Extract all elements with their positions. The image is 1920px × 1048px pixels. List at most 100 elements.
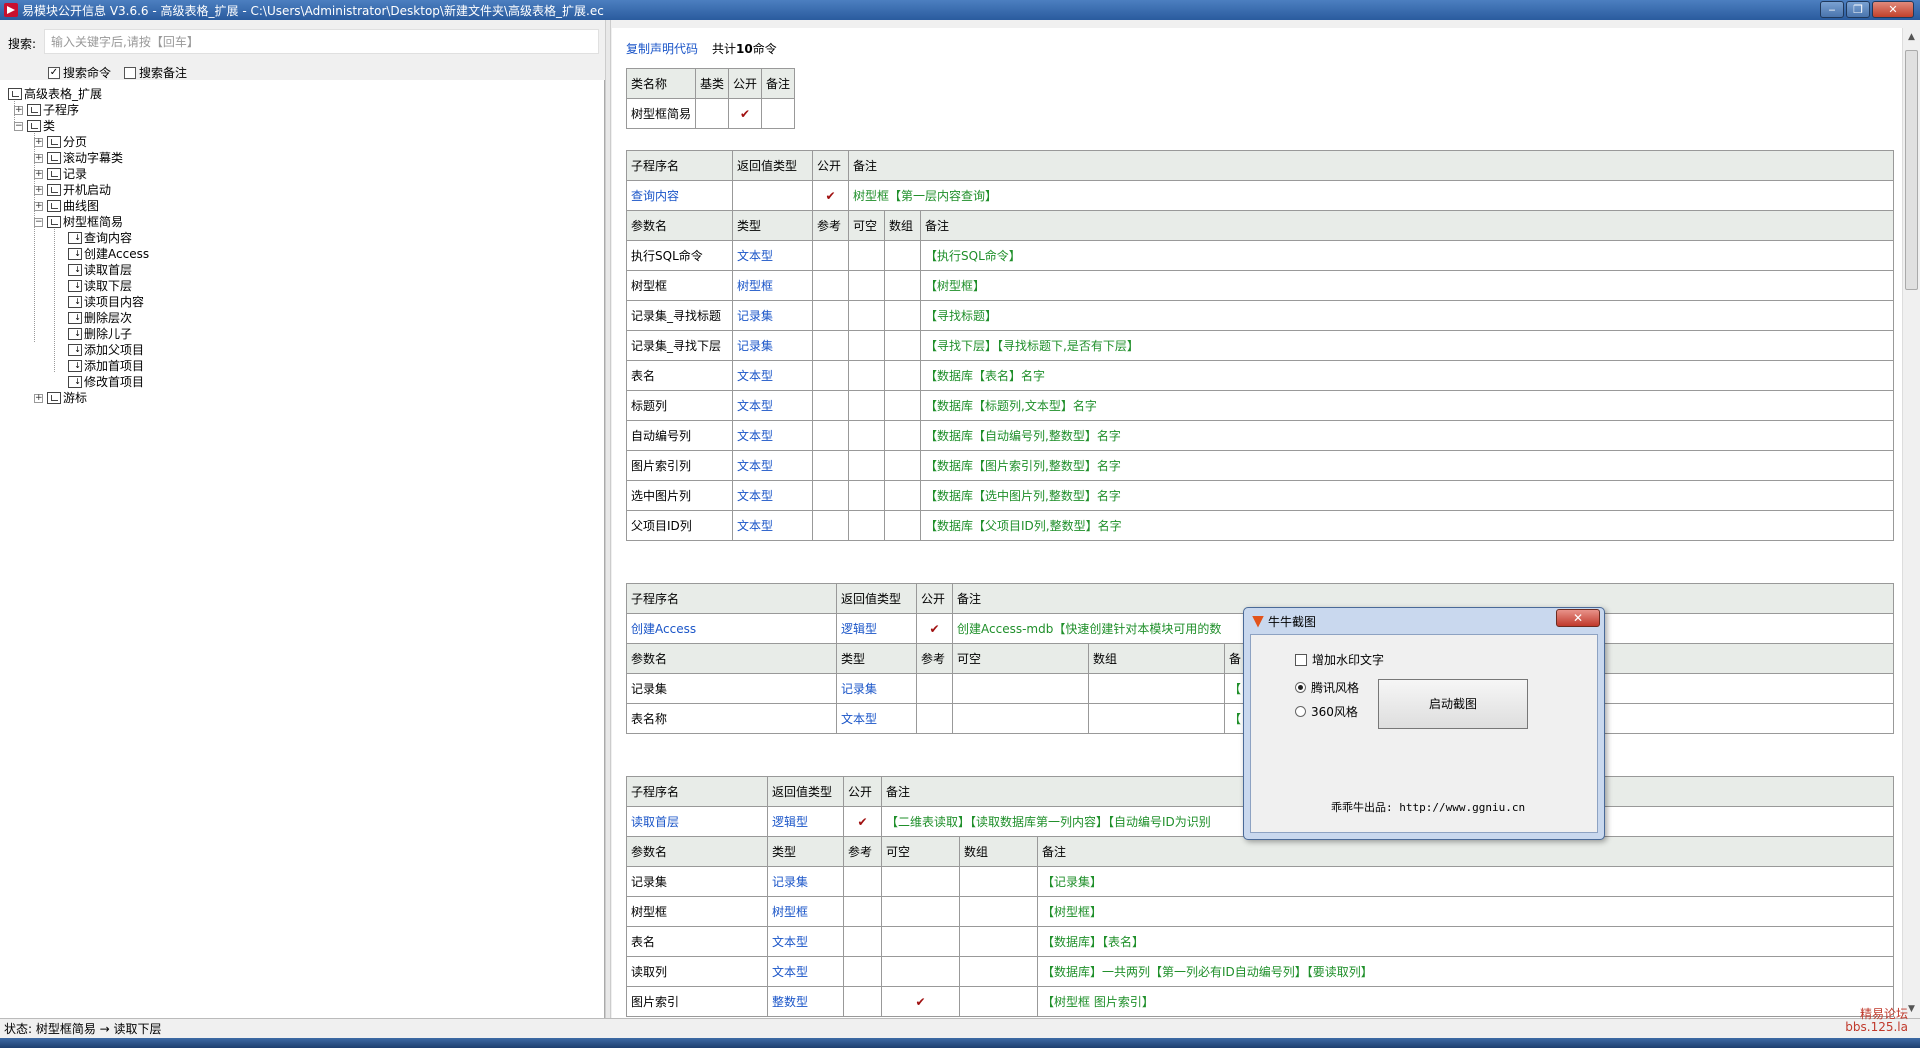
- search-command-option[interactable]: ✓ 搜索命令: [48, 64, 111, 81]
- maximize-button[interactable]: ❐: [1846, 1, 1870, 18]
- table-row: 图片索引 整数型 ✔ 【树型框 图片索引】: [626, 986, 1894, 1017]
- tree-class-item[interactable]: + 开机启动: [34, 182, 111, 198]
- tree-class-item[interactable]: + 分页: [34, 134, 87, 150]
- search-note-checkbox[interactable]: [124, 66, 136, 79]
- public-check-icon: ✔: [728, 98, 763, 129]
- expand-icon[interactable]: +: [34, 201, 43, 211]
- tree-method-item[interactable]: ↓ 添加父项目: [68, 342, 144, 358]
- search-command-label: 搜索命令: [63, 66, 112, 80]
- method-icon: ↓: [68, 328, 82, 340]
- class-icon: [47, 136, 61, 148]
- tree-method-item[interactable]: ↓ 读取首层: [68, 262, 132, 278]
- collapse-icon[interactable]: −: [14, 121, 23, 131]
- table-row: 选中图片列 文本型 【数据库【选中图片列,整数型】名字: [626, 480, 1894, 511]
- table-row: 父项目ID列 文本型 【数据库【父项目ID列,整数型】名字: [626, 510, 1894, 541]
- tree-class-item[interactable]: + 记录: [34, 166, 87, 182]
- class-name: 树型框简易: [625, 98, 697, 129]
- watermark-checkbox[interactable]: [1295, 653, 1307, 666]
- class-icon: [47, 168, 61, 180]
- tree-method-item[interactable]: ↓ 删除层次: [68, 310, 132, 326]
- start-capture-button[interactable]: 启动截图: [1378, 679, 1528, 729]
- class-icon: [47, 184, 61, 196]
- table-row: 自动编号列 文本型 【数据库【自动编号列,整数型】名字: [626, 420, 1894, 451]
- class-table: 类名称 基类 公开 备注 树型框简易 ✔: [625, 68, 796, 129]
- expand-icon[interactable]: +: [34, 185, 43, 195]
- tree-class-item[interactable]: + 曲线图: [34, 198, 99, 214]
- content-area: 复制声明代码 共计10命令 类名称 基类 公开 备注 树型框简易 ✔ 子程序名 …: [612, 28, 1902, 1018]
- col-header: 基类: [695, 68, 730, 99]
- 360-style-option[interactable]: 360风格: [1295, 703, 1358, 720]
- scrollbar-thumb[interactable]: [1905, 50, 1918, 290]
- tree-method-item[interactable]: ↓ 读取下层: [68, 278, 132, 294]
- left-panel: 搜索: ✓ 搜索命令 搜索备注 高级表格_扩展 + 子程序 − 类 +分页: [0, 20, 605, 1018]
- col-header: 类名称: [625, 68, 697, 99]
- expand-icon[interactable]: +: [14, 105, 23, 115]
- subprogram-name-link[interactable]: 读取首层: [626, 806, 768, 837]
- table-row: 读取列 文本型 【数据库】一共两列【第一列必有ID自动编号列】【要读取列】: [626, 956, 1894, 987]
- class-note: [761, 98, 796, 129]
- status-bar: 状态: 树型框简易 → 读取下层: [0, 1018, 1920, 1038]
- method-icon: ↓: [68, 280, 82, 292]
- app-icon: [4, 3, 18, 17]
- tree-root[interactable]: 高级表格_扩展: [8, 86, 102, 102]
- watermark-option[interactable]: 增加水印文字: [1295, 651, 1384, 668]
- subprogram-name-link[interactable]: 查询内容: [626, 180, 733, 211]
- public-check-icon: ✔: [916, 613, 953, 644]
- table-row: 表名 文本型 【数据库【表名】名字: [626, 360, 1894, 391]
- table-row: 树型框 树型框 【树型框】: [626, 896, 1894, 927]
- forum-watermark: 精易论坛 bbs.125.la: [1845, 1007, 1908, 1034]
- vertical-scrollbar[interactable]: ▲ ▼: [1902, 28, 1920, 1018]
- tree-node-subprograms[interactable]: + 子程序: [14, 102, 79, 118]
- tencent-style-option[interactable]: 腾讯风格: [1295, 679, 1359, 696]
- 360-style-radio[interactable]: [1295, 706, 1306, 717]
- tree-class-item-selected[interactable]: − 树型框简易: [34, 214, 123, 230]
- minimize-button[interactable]: ‒: [1820, 1, 1844, 18]
- window-controls: ‒ ❐ ✕: [1820, 1, 1914, 18]
- content-header: 复制声明代码 共计10命令: [626, 40, 777, 57]
- tree-method-item[interactable]: ↓ 查询内容: [68, 230, 132, 246]
- subprogram-name-link[interactable]: 创建Access: [626, 613, 837, 644]
- method-icon: ↓: [68, 376, 82, 388]
- method-icon: ↓: [68, 232, 82, 244]
- search-input[interactable]: [44, 29, 599, 54]
- search-area: 搜索: ✓ 搜索命令 搜索备注: [0, 20, 605, 80]
- scroll-up-icon[interactable]: ▲: [1906, 32, 1917, 42]
- method-icon: ↓: [68, 344, 82, 356]
- search-note-option[interactable]: 搜索备注: [124, 64, 187, 81]
- collapse-icon[interactable]: −: [34, 217, 43, 227]
- expand-icon[interactable]: +: [34, 393, 43, 403]
- dialog-body: 增加水印文字 腾讯风格 360风格 启动截图 乖乖牛出品: http://www…: [1250, 634, 1598, 833]
- expand-icon[interactable]: +: [34, 137, 43, 147]
- method-icon: ↓: [68, 312, 82, 324]
- tree-node-classes[interactable]: − 类: [14, 118, 55, 134]
- expand-icon[interactable]: +: [34, 153, 43, 163]
- method-icon: ↓: [68, 248, 82, 260]
- module-icon: [27, 104, 41, 116]
- tree-class-item[interactable]: + 滚动字幕类: [34, 150, 123, 166]
- tree-class-item[interactable]: + 游标: [34, 390, 87, 406]
- method-icon: ↓: [68, 296, 82, 308]
- public-check-icon: ✔: [812, 180, 849, 211]
- copy-declaration-link[interactable]: 复制声明代码: [626, 40, 698, 57]
- table-row: 执行SQL命令 文本型 【执行SQL命令】: [626, 240, 1894, 271]
- tree-method-item[interactable]: ↓ 添加首项目: [68, 358, 144, 374]
- dialog-title: 牛牛截图: [1268, 615, 1317, 629]
- method-icon: ↓: [68, 264, 82, 276]
- tree-method-item[interactable]: ↓ 创建Access: [68, 246, 149, 262]
- tree-method-item[interactable]: ↓ 删除儿子: [68, 326, 132, 342]
- expand-icon[interactable]: +: [34, 169, 43, 179]
- search-label: 搜索:: [8, 37, 37, 51]
- tree-method-item[interactable]: ↓ 读项目内容: [68, 294, 144, 310]
- tree-method-item[interactable]: ↓ 修改首项目: [68, 374, 144, 390]
- subprogram-table-query: 子程序名 返回值类型 公开 备注 查询内容 ✔ 树型框【第一层内容查询】 参数名…: [626, 150, 1894, 541]
- class-icon: [47, 392, 61, 404]
- close-button[interactable]: ✕: [1872, 1, 1914, 18]
- panel-splitter[interactable]: [605, 20, 611, 1018]
- search-command-checkbox[interactable]: ✓: [48, 66, 60, 79]
- dialog-close-button[interactable]: ✕: [1556, 609, 1600, 627]
- tencent-style-radio[interactable]: [1295, 682, 1306, 693]
- col-header: 公开: [728, 68, 763, 99]
- col-header: 备注: [761, 68, 796, 99]
- screenshot-tool-dialog: 牛牛截图 ✕ 增加水印文字 腾讯风格 360风格 启动截图 乖乖牛出品: htt…: [1243, 607, 1605, 840]
- base-class: [695, 98, 730, 129]
